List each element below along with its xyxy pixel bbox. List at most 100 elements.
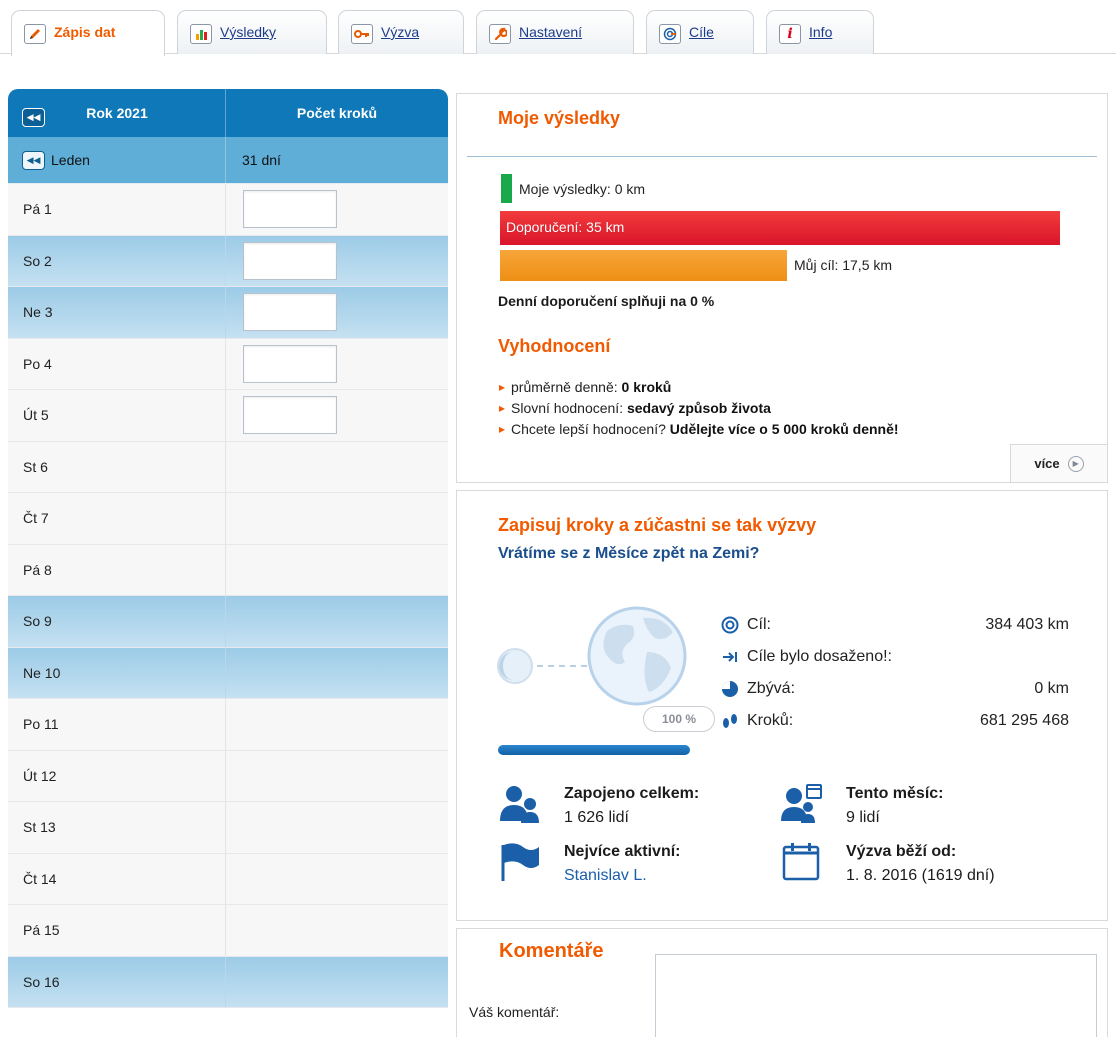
steps-cell [226, 699, 448, 750]
steps-cell [226, 493, 448, 544]
steps-cell [226, 545, 448, 596]
tab-zapis-dat[interactable]: Zápis dat [11, 10, 165, 56]
month-label: Leden [51, 152, 90, 168]
most-active-heading: Nejvíce aktivní: [564, 843, 681, 860]
goal-bar [500, 250, 787, 281]
steps-input[interactable] [243, 293, 337, 332]
day-label: Pá 8 [8, 544, 226, 595]
results-panel: Moje výsledky Moje výsledky: 0 km Doporu… [456, 93, 1108, 483]
table-row: Ne 10 [8, 647, 448, 699]
participants-total: Zapojeno celkem: 1 626 lidí [499, 779, 779, 839]
challenge-title: Zapisuj kroky a zúčastni se tak výzvy [498, 515, 817, 535]
steps-cell [226, 905, 448, 956]
day-label: Čt 14 [8, 853, 226, 904]
stat-label: Zbývá: [747, 680, 796, 697]
participants-total-heading: Zapojeno celkem: [564, 785, 700, 802]
table-row: Po 4 [8, 338, 448, 390]
tab-bar: Zápis dat Výsledky Výzva Nastavení Cíle … [0, 0, 1116, 56]
comments-panel: Komentáře Váš komentář: [456, 928, 1108, 1037]
steps-cell [226, 957, 448, 1008]
stat-label: Cíle bylo dosaženo!: [747, 648, 892, 665]
more-label: více [1034, 456, 1060, 471]
table-row: St 6 [8, 441, 448, 493]
day-label: Út 5 [8, 390, 226, 441]
earth-icon [587, 606, 687, 706]
table-row: Po 11 [8, 699, 448, 751]
info-icon: i [779, 24, 801, 44]
my-results-label: Moje výsledky: 0 km [519, 181, 646, 197]
target-icon [719, 615, 741, 635]
steps-cell [226, 184, 448, 235]
tab-nastaveni[interactable]: Nastavení [476, 10, 634, 54]
most-active: Nejvíce aktivní: Stanislav L. [499, 837, 779, 897]
day-label: Po 11 [8, 699, 226, 750]
steps-input[interactable] [243, 344, 337, 383]
table-row: Čt 7 [8, 493, 448, 545]
table-row: Ne 3 [8, 287, 448, 339]
list-item: průměrně denně: 0 kroků [499, 377, 899, 398]
steps-cell [226, 390, 448, 441]
stat-value: 384 403 km [985, 616, 1069, 633]
stat-label: Cíl: [747, 616, 771, 633]
tab-vyzva[interactable]: Výzva [338, 10, 464, 54]
tab-label: Nastavení [519, 24, 583, 40]
steps-input[interactable] [243, 241, 337, 280]
list-item: Chcete lepší hodnocení? Udělejte více o … [499, 419, 899, 440]
day-label: So 16 [8, 956, 226, 1007]
steps-cell [226, 648, 448, 699]
steps-cell [226, 236, 448, 287]
pencil-icon [24, 24, 46, 44]
results-title: Moje výsledky [498, 108, 621, 128]
tab-label: Výsledky [220, 24, 277, 40]
challenge-start-heading: Výzva běží od: [846, 843, 957, 860]
moon-icon [497, 648, 533, 684]
table-row: Pá 8 [8, 544, 448, 596]
challenge-stats: Cíl: 384 403 km Cíle bylo dosaženo!: Zbý… [719, 609, 1069, 737]
tab-info[interactable]: i Info [766, 10, 874, 54]
participants-total-value: 1 626 lidí [564, 809, 629, 826]
steps-input[interactable] [243, 396, 337, 435]
stat-value: 681 295 468 [980, 712, 1069, 729]
pie-icon [719, 679, 741, 699]
steps-cell [226, 287, 448, 338]
day-label: St 6 [8, 441, 226, 492]
evaluation-list: průměrně denně: 0 kroků Slovní hodnocení… [499, 377, 899, 440]
tab-label: Info [809, 24, 833, 40]
table-row: St 13 [8, 802, 448, 854]
prev-month-button[interactable]: ◀◀ [22, 150, 45, 170]
comment-input[interactable] [655, 954, 1097, 1037]
challenge-start-value: 1. 8. 2016 (1619 dní) [846, 867, 995, 884]
calendar-header: ◀◀ Rok 2021 Počet kroků [8, 89, 448, 137]
steps-cell [226, 854, 448, 905]
table-row: Út 5 [8, 390, 448, 442]
table-row: Pá 15 [8, 905, 448, 957]
steps-cell [226, 802, 448, 853]
daily-value: 0 % [690, 293, 715, 309]
participants-month: Tento měsíc: 9 lidí [781, 779, 1061, 839]
calendar-icon [782, 843, 820, 881]
table-row: Čt 14 [8, 853, 448, 905]
steps-calendar: ◀◀ Rok 2021 Počet kroků ◀◀ Leden 31 dní … [8, 89, 448, 1008]
steps-cell [226, 442, 448, 493]
steps-input[interactable] [243, 190, 337, 229]
table-row: Pá 1 [8, 184, 448, 236]
wrench-icon [489, 24, 511, 44]
play-circle-icon: ▶ [1067, 455, 1084, 472]
daily-fulfillment: Denní doporučení splňuji na 0 % [498, 293, 714, 309]
people-calendar-icon [781, 784, 822, 823]
steps-column-header: Počet kroků [296, 105, 378, 121]
day-label: So 9 [8, 596, 226, 647]
most-active-user-link[interactable]: Stanislav L. [564, 867, 647, 885]
stat-goal: Cíl: 384 403 km [719, 609, 1069, 641]
steps-cell [226, 339, 448, 390]
more-button[interactable]: více ▶ [1010, 444, 1107, 482]
stat-label: Kroků: [747, 712, 794, 729]
stat-value: 0 km [1034, 680, 1069, 697]
steps-cell [226, 751, 448, 802]
people-icon [500, 786, 539, 823]
comment-label: Váš komentář: [469, 1004, 560, 1020]
tab-cile[interactable]: Cíle [646, 10, 754, 54]
challenge-panel: Zapisuj kroky a zúčastni se tak výzvy Vr… [456, 490, 1108, 921]
day-label: Pá 15 [8, 905, 226, 956]
tab-vysledky[interactable]: Výsledky [177, 10, 327, 54]
